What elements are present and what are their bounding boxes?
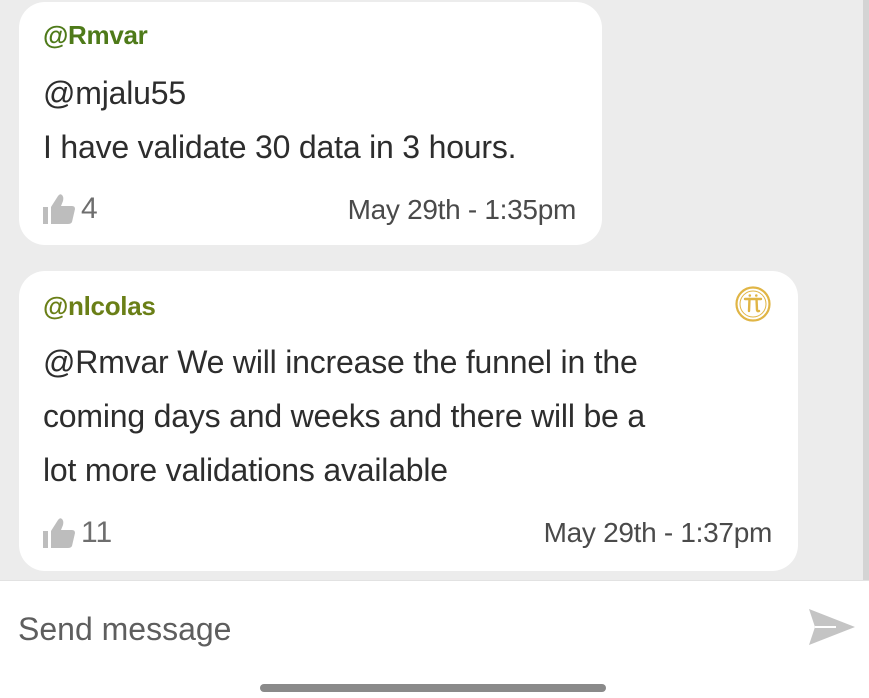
like-button[interactable]: 11 — [41, 516, 112, 550]
message-text: @Rmvar We will increase the funnel in th… — [43, 335, 763, 497]
send-message-input[interactable]: Send message — [18, 609, 778, 649]
message-composer: Send message — [0, 580, 869, 698]
message-timestamp: May 29th - 1:35pm — [347, 194, 577, 225]
scroll-edge — [863, 0, 869, 580]
message-text: @mjalu55 I have validate 30 data in 3 ho… — [43, 66, 517, 174]
thumbs-up-icon — [43, 194, 75, 224]
message-timestamp: May 29th - 1:37pm — [543, 517, 773, 548]
like-count: 4 — [81, 192, 98, 225]
home-indicator[interactable] — [260, 684, 606, 692]
message-line: lot more validations available — [43, 452, 448, 488]
like-count: 11 — [81, 516, 113, 549]
like-button[interactable]: 4 — [41, 192, 98, 226]
message-bubble: @nlcolas @Rmvar We will increase the fun… — [19, 271, 798, 571]
message-line: coming days and weeks and there will be … — [43, 398, 645, 434]
message-author[interactable]: @Rmvar — [43, 20, 148, 51]
pi-core-team-badge-icon — [735, 286, 771, 322]
message-line: @Rmvar We will increase the funnel in th… — [43, 344, 638, 380]
send-icon[interactable] — [806, 605, 858, 649]
message-author[interactable]: @nlcolas — [43, 291, 156, 322]
message-bubble: @Rmvar @mjalu55 I have validate 30 data … — [19, 2, 602, 245]
thumbs-up-icon — [43, 518, 75, 548]
message-line: I have validate 30 data in 3 hours. — [43, 129, 517, 165]
message-line: @mjalu55 — [43, 75, 186, 111]
